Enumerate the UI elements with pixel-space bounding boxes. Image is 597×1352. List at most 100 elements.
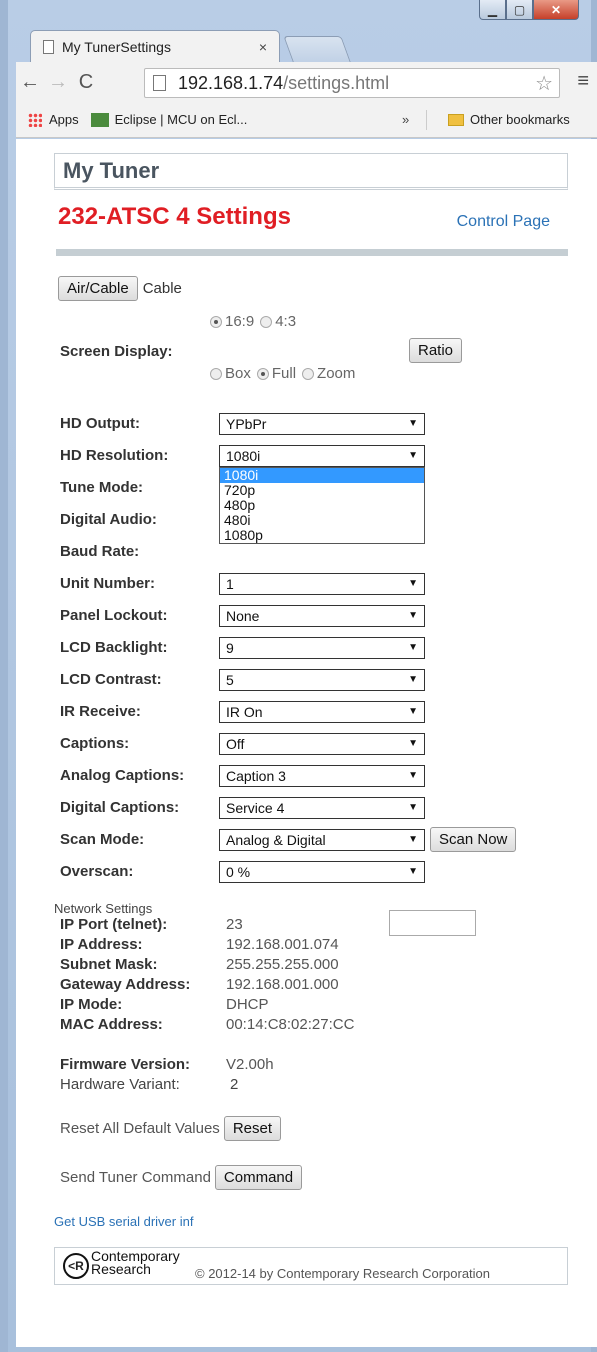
panel-lockout-select[interactable]: None ▼	[219, 605, 425, 627]
dropdown-arrow-icon: ▼	[408, 418, 418, 429]
screen-display-block: Screen Display: 16:9 4:3 Ratio Box Full …	[54, 311, 568, 389]
tab-close-icon[interactable]: ×	[259, 39, 267, 55]
hd-output-select[interactable]: YPbPr ▼	[219, 413, 425, 435]
setting-label: HD Resolution:	[60, 447, 169, 464]
dropdown-arrow-icon: ▼	[408, 834, 418, 845]
close-window-icon[interactable]: ✕	[533, 0, 579, 20]
firmware-label: Firmware Version:	[60, 1056, 191, 1073]
other-bookmarks[interactable]: Other bookmarks	[448, 112, 570, 127]
select-value: 1080i	[226, 448, 261, 464]
other-bookmarks-label: Other bookmarks	[470, 112, 570, 127]
radio-icon[interactable]	[302, 367, 315, 380]
air-cable-row: Air/Cable Cable	[54, 276, 568, 301]
setting-label: Captions:	[60, 735, 130, 752]
setting-label: Digital Audio:	[60, 511, 157, 528]
radio-icon[interactable]	[210, 367, 222, 380]
footer: <R Contemporary Research © 2012-14 by Co…	[54, 1247, 568, 1285]
copyright-text: © 2012-14 by Contemporary Research Corpo…	[195, 1266, 491, 1281]
network-label: IP Mode:	[60, 996, 123, 1013]
bookmarks-overflow-icon[interactable]: »	[402, 112, 409, 127]
address-bar[interactable]: 192.168.1.74/settings.html ☆	[144, 68, 560, 98]
network-row: MAC Address: 00:14:C8:02:27:CC	[54, 1016, 568, 1036]
command-row: Send Tuner Command Command	[60, 1165, 568, 1190]
menu-icon[interactable]: ≡	[577, 70, 589, 93]
network-label: IP Address:	[60, 936, 143, 953]
radio-selected-icon[interactable]	[256, 367, 269, 380]
control-page-link[interactable]: Control Page	[457, 213, 550, 231]
select-value: 9	[226, 640, 234, 656]
select-value: YPbPr	[226, 416, 267, 432]
eclipse-icon	[90, 112, 109, 127]
analog-captions-select[interactable]: Caption 3 ▼	[219, 765, 425, 787]
ratio-button[interactable]: Ratio	[409, 338, 463, 363]
setting-scan-mode: Scan Mode: Analog & Digital ▼ Scan Now	[54, 827, 568, 861]
digital-captions-select[interactable]: Service 4 ▼	[219, 797, 425, 819]
network-label: IP Port (telnet):	[60, 916, 168, 933]
network-value: 192.168.001.000	[226, 976, 339, 993]
radio-box[interactable]: Box	[210, 365, 251, 382]
dropdown-arrow-icon: ▼	[408, 578, 418, 589]
settings-container: My Tuner 232-ATSC 4 Settings Control Pag…	[54, 153, 568, 1285]
maximize-icon[interactable]: ▢	[506, 0, 533, 20]
scan-now-button[interactable]: Scan Now	[430, 827, 517, 852]
setting-label: Scan Mode:	[60, 831, 145, 848]
captions-select[interactable]: Off ▼	[219, 733, 425, 755]
title-divider	[56, 249, 568, 256]
page-icon	[153, 75, 166, 91]
lcd-contrast-select[interactable]: 5 ▼	[219, 669, 425, 691]
radio-full[interactable]: Full	[256, 365, 296, 382]
overscan-select[interactable]: 0 % ▼	[219, 861, 425, 883]
setting-captions: Captions: Off ▼	[54, 733, 568, 765]
dropdown-option[interactable]: 1080p	[220, 528, 424, 543]
minimize-icon[interactable]: ▁	[479, 0, 506, 20]
radio-selected-icon[interactable]	[210, 315, 222, 328]
bookmark-eclipse[interactable]: Eclipse | MCU on Ecl...	[90, 112, 248, 127]
select-value: 0 %	[226, 864, 251, 880]
dropdown-option[interactable]: 480p	[220, 498, 424, 513]
browser-tab[interactable]: My TunerSettings ×	[30, 30, 280, 62]
network-settings: IP Port (telnet): 23 IP Address: 192.168.0…	[54, 910, 568, 1036]
lcd-backlight-select[interactable]: 9 ▼	[219, 637, 425, 659]
radio-zoom[interactable]: Zoom	[302, 365, 355, 382]
aspect-radio-group: 16:9 4:3	[210, 313, 302, 330]
bookmark-label: Apps	[49, 112, 79, 127]
reset-button[interactable]: Reset	[223, 1116, 281, 1141]
select-value: Service 4	[226, 800, 285, 816]
scan-mode-select[interactable]: Analog & Digital ▼	[219, 829, 425, 851]
usb-driver-link[interactable]: Get USB serial driver inf	[54, 1214, 568, 1229]
folder-icon	[448, 113, 464, 126]
bookmark-label: Eclipse | MCU on Ecl...	[114, 112, 248, 127]
bookmark-apps[interactable]: Apps	[28, 112, 79, 127]
select-value: IR On	[226, 704, 263, 720]
page-title: 232-ATSC 4 Settings	[58, 203, 291, 230]
network-row: IP Port (telnet): 23	[54, 910, 568, 936]
dropdown-option[interactable]: 720p	[220, 483, 424, 498]
setting-label: HD Output:	[60, 415, 140, 432]
radio-icon[interactable]	[260, 315, 273, 328]
back-icon[interactable]: ←	[16, 71, 44, 94]
ir-receive-select[interactable]: IR On ▼	[219, 701, 425, 723]
command-button[interactable]: Command	[214, 1165, 303, 1190]
forward-icon[interactable]: →	[44, 71, 72, 94]
select-value: None	[226, 608, 260, 624]
select-value: 1	[226, 576, 234, 592]
company-logo-icon: <R	[63, 1253, 89, 1279]
radio-16-9[interactable]: 16:9	[210, 313, 254, 330]
hardware-variant-label: Hardware Variant:	[60, 1076, 180, 1093]
dropdown-option[interactable]: 480i	[220, 513, 424, 528]
select-value: Off	[226, 736, 245, 752]
radio-4-3[interactable]: 4:3	[260, 313, 296, 330]
new-tab-button[interactable]	[283, 36, 351, 62]
bookmark-star-icon[interactable]: ☆	[535, 71, 553, 96]
unit-number-select[interactable]: 1 ▼	[219, 573, 425, 595]
ip-port-input[interactable]	[389, 910, 476, 936]
reload-icon[interactable]: C	[72, 71, 100, 94]
air-cable-value: Cable	[142, 280, 182, 297]
logo-line: Research	[91, 1261, 151, 1277]
url-path: /settings.html	[283, 72, 390, 93]
setting-label: Digital Captions:	[60, 799, 180, 816]
hd-resolution-select[interactable]: 1080i ▼	[219, 445, 425, 467]
air-cable-button[interactable]: Air/Cable	[58, 276, 138, 301]
network-label: Gateway Address:	[60, 976, 191, 993]
dropdown-option[interactable]: 1080i	[220, 468, 424, 483]
